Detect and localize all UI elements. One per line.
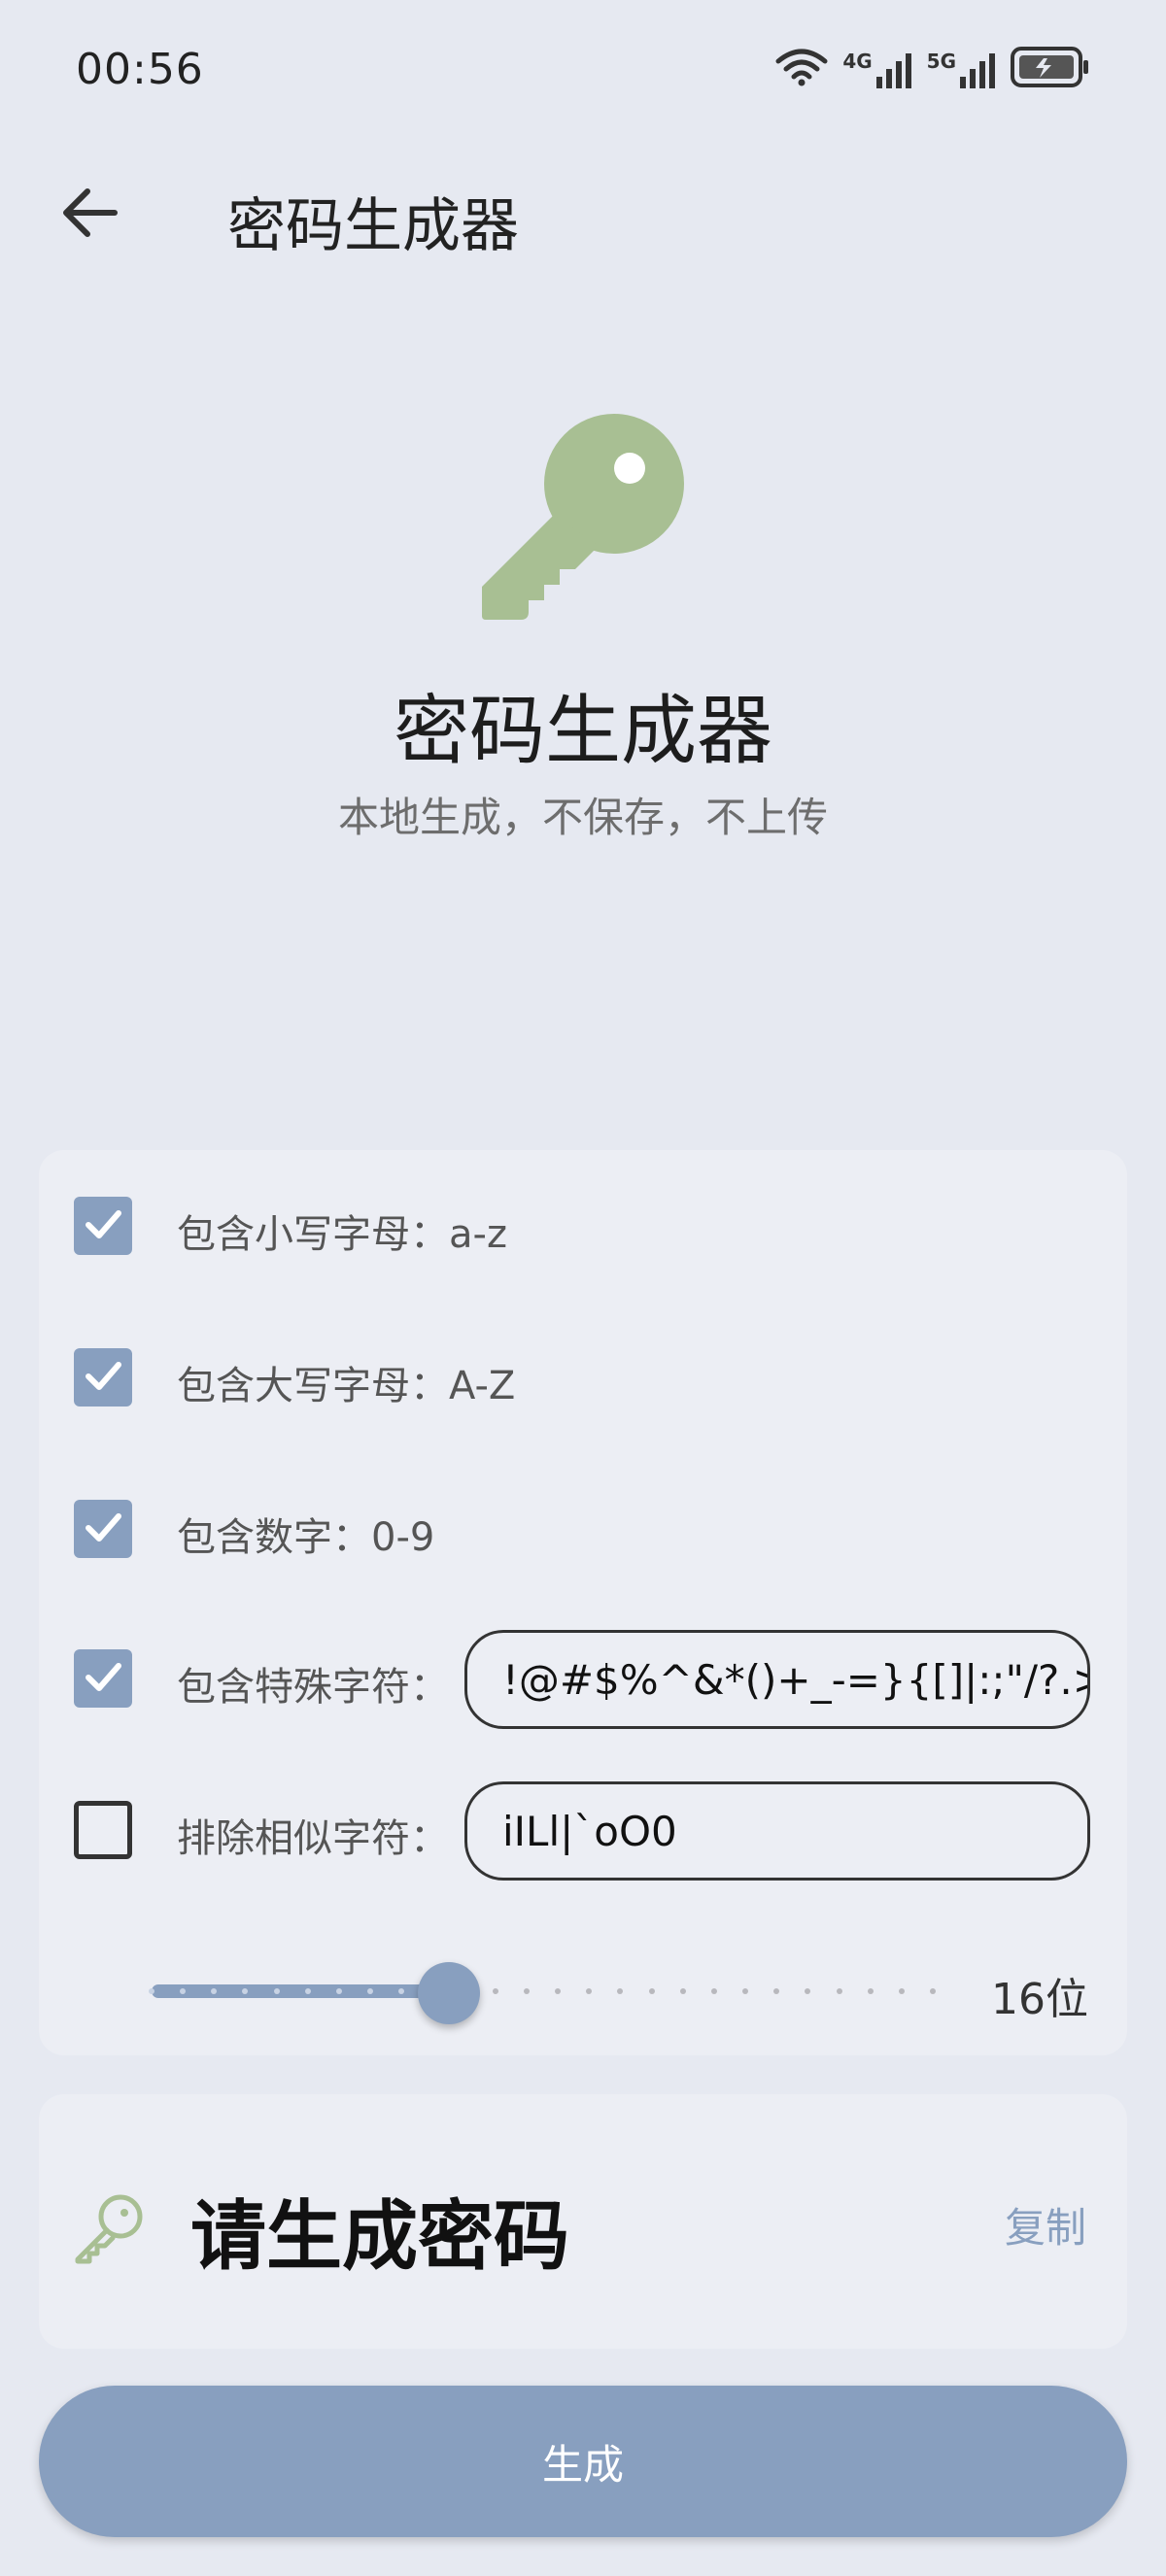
battery-charging-icon	[1011, 47, 1090, 91]
key-icon	[72, 2191, 146, 2265]
network-4g-label: 4G	[842, 50, 873, 73]
special-checkbox[interactable]	[74, 1649, 132, 1708]
length-slider[interactable]	[113, 1962, 958, 2024]
slider-tick	[805, 1988, 811, 1994]
slider-tick	[273, 1988, 280, 1994]
slider-tick	[335, 1988, 342, 1994]
slider-tick	[492, 1988, 498, 1994]
password-text: 请生成密码	[190, 2193, 570, 2281]
special-chars-input[interactable]: !@#$%^&*()+_-=}{[]|:;"/?.>	[464, 1630, 1090, 1729]
slider-tick	[867, 1988, 874, 1994]
wifi-icon	[774, 48, 829, 90]
digits-checkbox[interactable]	[74, 1500, 132, 1558]
slider-tick	[648, 1988, 655, 1994]
signal-4g-icon: 4G	[842, 50, 912, 88]
option-uppercase: 包含大写字母：A-Z	[39, 1329, 1127, 1426]
exclude-similar-label: 排除相似字符：	[177, 1816, 449, 1861]
exclude-similar-checkbox[interactable]	[74, 1801, 132, 1859]
slider-tick	[586, 1988, 593, 1994]
slider-tick	[617, 1988, 624, 1994]
length-value: 16位	[991, 1975, 1088, 2024]
password-card: 请生成密码 复制	[39, 2094, 1127, 2349]
slider-tick	[149, 1988, 154, 1994]
copy-button[interactable]: 复制	[1005, 2195, 1086, 2254]
slider-tick	[555, 1988, 562, 1994]
status-time: 00:56	[76, 45, 204, 94]
slider-tick	[773, 1988, 780, 1994]
check-icon	[81, 1654, 125, 1703]
key-icon	[476, 408, 690, 622]
network-5g-label: 5G	[926, 50, 956, 73]
slider-tick	[836, 1988, 842, 1994]
status-bar: 00:56 4G 5G	[0, 0, 1166, 146]
option-exclude-similar: 排除相似字符： iILl|`oO0	[39, 1781, 1127, 1881]
lowercase-checkbox[interactable]	[74, 1197, 132, 1255]
app-title: 密码生成器	[227, 192, 519, 260]
option-special: 包含特殊字符： !@#$%^&*()+_-=}{[]|:;"/?.>	[39, 1630, 1127, 1729]
slider-tick	[523, 1988, 530, 1994]
arrow-left-icon	[60, 186, 119, 244]
uppercase-checkbox[interactable]	[74, 1348, 132, 1407]
similar-chars-input[interactable]: iILl|`oO0	[464, 1781, 1090, 1881]
check-icon	[81, 1202, 125, 1250]
slider-tick	[679, 1988, 686, 1994]
uppercase-label: 包含大写字母：A-Z	[177, 1364, 516, 1408]
option-digits: 包含数字：0-9	[39, 1480, 1127, 1577]
check-icon	[81, 1353, 125, 1402]
options-card: 包含小写字母：a-z 包含大写字母：A-Z 包含数字：0-9 包含特殊字符： !…	[39, 1150, 1127, 2055]
app-bar: 密码生成器	[0, 165, 1166, 262]
option-lowercase: 包含小写字母：a-z	[39, 1177, 1127, 1274]
status-icons: 4G 5G	[774, 47, 1090, 91]
hero-title: 密码生成器	[393, 688, 772, 775]
slider-tick	[710, 1988, 717, 1994]
signal-5g-icon: 5G	[927, 50, 997, 88]
special-label: 包含特殊字符：	[177, 1665, 449, 1710]
hero-subtitle: 本地生成，不保存，不上传	[337, 794, 828, 841]
slider-tick	[898, 1988, 905, 1994]
slider-thumb[interactable]	[417, 1962, 480, 2024]
check-icon	[81, 1505, 125, 1553]
back-button[interactable]	[51, 181, 128, 249]
slider-tick	[742, 1988, 749, 1994]
lowercase-label: 包含小写字母：a-z	[177, 1212, 507, 1257]
digits-label: 包含数字：0-9	[177, 1515, 435, 1560]
slider-tick	[304, 1988, 311, 1994]
generate-button[interactable]: 生成	[39, 2386, 1127, 2537]
slider-tick	[930, 1988, 936, 1994]
